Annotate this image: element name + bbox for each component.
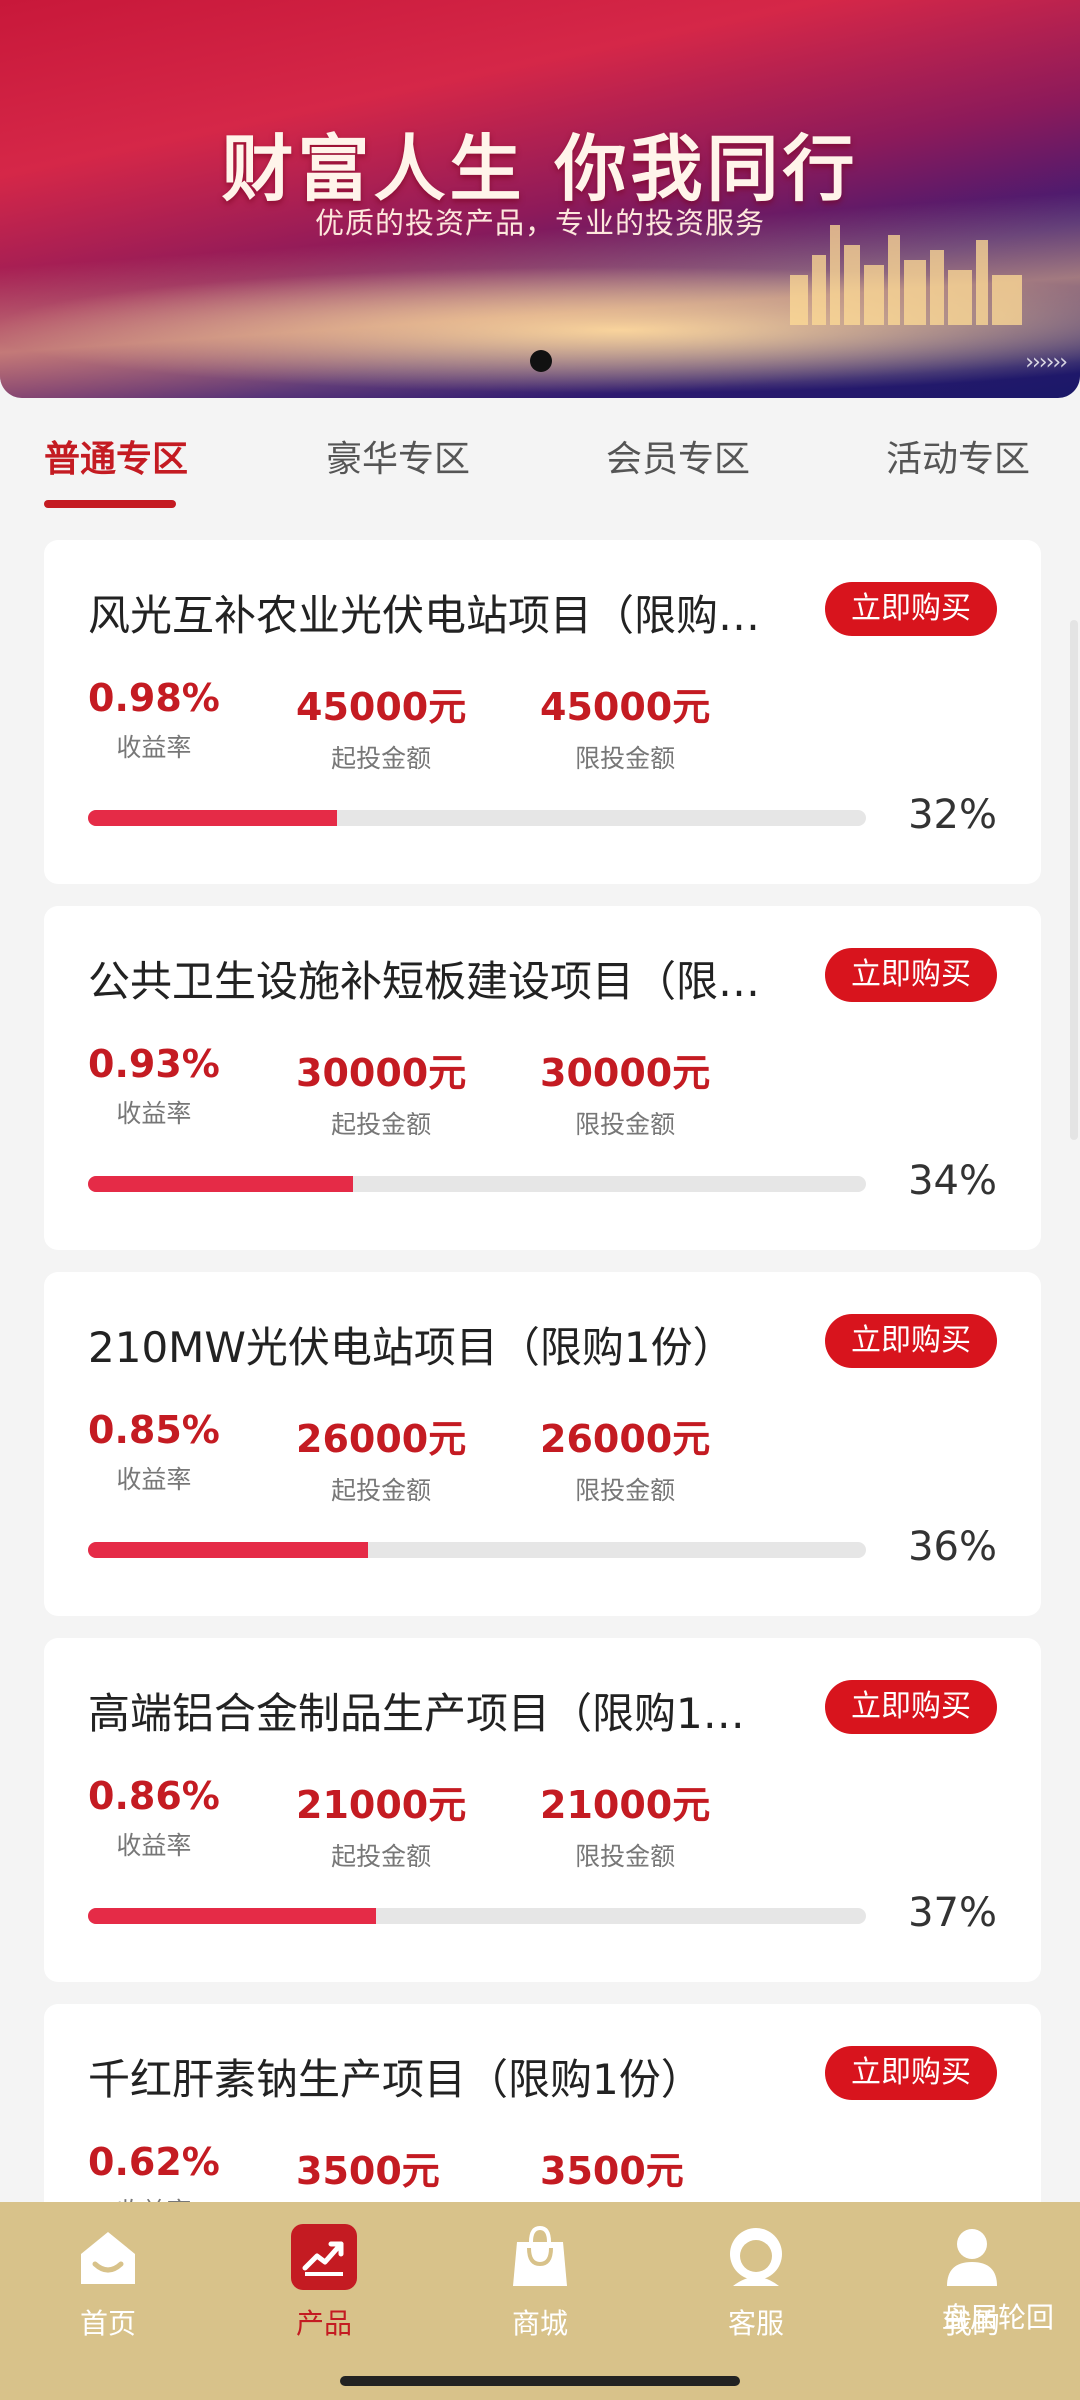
min-investment-value: 26000元: [296, 1417, 467, 1461]
buy-now-button[interactable]: 立即购买: [825, 1680, 997, 1734]
yield-rate-label: 收益率: [116, 1465, 192, 1494]
yield-rate-value: 0.86%: [88, 1774, 220, 1818]
max-investment-value: 26000元: [540, 1417, 711, 1461]
progress-fill: [88, 1542, 369, 1558]
min-investment: 26000元 起投金额: [296, 1408, 466, 1507]
min-investment-value: 45000元: [296, 685, 467, 729]
max-investment: 21000元 限投金额: [540, 1774, 710, 1873]
progress-fill: [88, 1908, 376, 1924]
max-investment: 45000元 限投金额: [540, 676, 710, 775]
progress-fill: [88, 1176, 353, 1192]
progress-bar: [88, 1908, 866, 1924]
min-investment: 21000元 起投金额: [296, 1774, 466, 1873]
product-card[interactable]: 风光互补农业光伏电站项目（限购… 立即购买 0.98% 收益率 45000元 起…: [44, 540, 1041, 884]
yield-rate-label: 收益率: [116, 733, 192, 762]
max-investment-label: 限投金额: [575, 1110, 676, 1139]
product-title: 高端铝合金制品生产项目（限购1…: [88, 1689, 745, 1738]
carousel-indicator-dot[interactable]: [530, 350, 552, 372]
max-investment-value: 21000元: [540, 1783, 711, 1827]
min-investment-value: 3500元: [296, 2149, 440, 2193]
scrollbar[interactable]: [1070, 620, 1078, 1140]
nav-mall[interactable]: 商城: [460, 2224, 620, 2342]
min-investment-value: 30000元: [296, 1051, 467, 1095]
product-card[interactable]: 公共卫生设施补短板建设项目（限… 立即购买 0.93% 收益率 30000元 起…: [44, 906, 1041, 1250]
min-investment-label: 起投金额: [331, 1476, 432, 1505]
min-investment-label: 起投金额: [331, 744, 432, 773]
banner-subtitle: 优质的投资产品，专业的投资服务: [314, 206, 765, 240]
nav-home[interactable]: 首页: [28, 2224, 188, 2342]
nav-customer-service[interactable]: 客服: [676, 2224, 836, 2342]
yield-rate: 0.85% 收益率: [88, 1408, 220, 1496]
max-investment: 26000元 限投金额: [540, 1408, 710, 1507]
tab-member-zone[interactable]: 会员专区: [606, 430, 750, 482]
product-title: 风光互补农业光伏电站项目（限购…: [88, 591, 761, 640]
chart-icon: [291, 2224, 357, 2290]
product-title: 公共卫生设施补短板建设项目（限…: [88, 957, 761, 1006]
tab-event-zone[interactable]: 活动专区: [886, 430, 1030, 482]
watermark-text: 盘届轮回: [941, 2301, 1054, 2334]
buy-now-button[interactable]: 立即购买: [825, 948, 997, 1002]
yield-rate-value: 0.62%: [88, 2140, 220, 2184]
chevron-right-icon: ››››››: [1025, 350, 1068, 375]
nav-products-label: 产品: [295, 2307, 352, 2340]
progress-bar: [88, 810, 866, 826]
yield-rate: 0.93% 收益率: [88, 1042, 220, 1130]
home-indicator[interactable]: [340, 2376, 740, 2386]
progress-bar: [88, 1176, 866, 1192]
buy-now-button[interactable]: 立即购买: [825, 2046, 997, 2100]
product-title: 千红肝素钠生产项目（限购1份）: [88, 2055, 703, 2104]
nav-products[interactable]: 产品: [244, 2224, 404, 2342]
yield-rate: 0.98% 收益率: [88, 676, 220, 764]
progress-percent: 37%: [908, 1890, 997, 1936]
zone-tabs: 普通专区 豪华专区 会员专区 活动专区: [0, 430, 1080, 510]
max-investment-label: 限投金额: [575, 744, 676, 773]
yield-rate-value: 0.98%: [88, 676, 220, 720]
yield-rate-label: 收益率: [116, 1831, 192, 1860]
min-investment: 45000元 起投金额: [296, 676, 466, 775]
max-investment-label: 限投金额: [575, 1842, 676, 1871]
nav-customer-service-label: 客服: [727, 2307, 784, 2340]
min-investment-label: 起投金额: [331, 1842, 432, 1871]
active-tab-indicator: [44, 500, 176, 508]
min-investment: 30000元 起投金额: [296, 1042, 466, 1141]
max-investment-value: 3500元: [540, 2149, 684, 2193]
max-investment-label: 限投金额: [575, 1476, 676, 1505]
progress-percent: 36%: [908, 1524, 997, 1570]
yield-rate-value: 0.93%: [88, 1042, 220, 1086]
yield-rate: 0.86% 收益率: [88, 1774, 220, 1862]
max-investment-value: 30000元: [540, 1051, 711, 1095]
home-icon: [75, 2224, 141, 2290]
tab-normal-zone[interactable]: 普通专区: [44, 430, 188, 482]
promo-banner[interactable]: 财富人生 你我同行 优质的投资产品，专业的投资服务 ››››››: [0, 0, 1080, 398]
user-icon: [939, 2224, 1005, 2290]
buy-now-button[interactable]: 立即购买: [825, 582, 997, 636]
bottom-navigation: 首页 产品 商城 客服 我的: [0, 2202, 1080, 2400]
product-title: 210MW光伏电站项目（限购1份）: [88, 1323, 735, 1372]
min-investment-label: 起投金额: [331, 1110, 432, 1139]
min-investment-value: 21000元: [296, 1783, 467, 1827]
nav-home-label: 首页: [79, 2307, 136, 2340]
progress-bar: [88, 1542, 866, 1558]
product-card[interactable]: 高端铝合金制品生产项目（限购1… 立即购买 0.86% 收益率 21000元 起…: [44, 1638, 1041, 1982]
progress-percent: 34%: [908, 1158, 997, 1204]
customer-service-icon: [723, 2224, 789, 2290]
tab-luxury-zone[interactable]: 豪华专区: [326, 430, 470, 482]
buy-now-button[interactable]: 立即购买: [825, 1314, 997, 1368]
yield-rate-label: 收益率: [116, 1099, 192, 1128]
max-investment-value: 45000元: [540, 685, 711, 729]
nav-mall-label: 商城: [511, 2307, 568, 2340]
progress-percent: 32%: [908, 792, 997, 838]
shopping-bag-icon: [507, 2224, 573, 2290]
product-card[interactable]: 210MW光伏电站项目（限购1份） 立即购买 0.85% 收益率 26000元 …: [44, 1272, 1041, 1616]
progress-fill: [88, 810, 337, 826]
max-investment: 30000元 限投金额: [540, 1042, 710, 1141]
yield-rate-value: 0.85%: [88, 1408, 220, 1452]
